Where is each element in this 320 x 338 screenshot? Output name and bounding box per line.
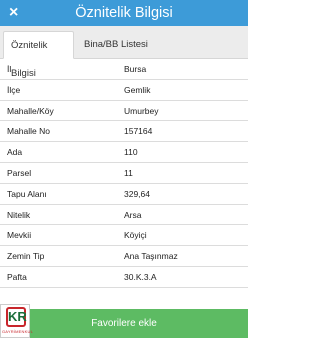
row-value: Umurbey — [124, 105, 159, 116]
table-row: İl Bursa — [0, 59, 248, 80]
top-bar: × Öznitelik Bilgisi — [0, 0, 248, 26]
row-key: Nitelik — [7, 209, 31, 220]
row-value: Gemlik — [124, 84, 151, 95]
row-value: 329,64 — [124, 188, 150, 199]
brand-logo: KR GAYRİMENKUL — [0, 304, 34, 338]
table-row: Ada 110 — [0, 142, 248, 163]
row-key: Tapu Alanı — [7, 188, 47, 199]
row-value: 30.K.3.A — [124, 271, 157, 282]
table-row: Nitelik Arsa — [0, 205, 248, 226]
row-key: Pafta — [7, 271, 27, 282]
table-row: Mevkii Köyiçi — [0, 225, 248, 247]
attribute-table: İl Bursa İlçe Gemlik Mahalle/Köy Umurbey Ma… — [0, 59, 248, 288]
row-key: İl — [7, 64, 12, 74]
table-row: Parsel 11 — [0, 163, 248, 184]
row-value: Köyiçi — [124, 230, 147, 241]
row-value: 11 — [124, 167, 133, 178]
table-row: Mahalle/Köy Umurbey — [0, 101, 248, 122]
row-key: İlçe — [7, 84, 21, 95]
page-title: Öznitelik Bilgisi — [75, 5, 173, 21]
row-key: Mahalle/Köy — [7, 105, 54, 116]
table-row: Pafta 30.K.3.A — [0, 267, 248, 288]
logo-mark: KR — [6, 307, 27, 327]
row-value: Bursa — [124, 64, 147, 74]
favorite-button[interactable]: Favorilere ekle — [0, 309, 248, 338]
row-key: Mahalle No — [7, 126, 50, 137]
tab-attribute-info[interactable]: Öznitelik Bilgisi — [3, 31, 74, 79]
row-key: Ada — [7, 147, 23, 158]
row-value: 157164 — [124, 126, 153, 137]
tab-building-list[interactable]: Bina/BB Listesi — [77, 31, 155, 59]
table-row: İlçe Gemlik — [0, 80, 248, 101]
table-row: Mahalle No 157164 — [0, 121, 248, 143]
row-key: Parsel — [7, 167, 32, 178]
row-value: Ana Taşınmaz — [124, 251, 178, 262]
row-value: 110 — [124, 147, 138, 158]
row-value: Arsa — [124, 209, 142, 220]
row-key: Zemin Tip — [7, 251, 45, 262]
logo-text: GAYRİMENKUL — [2, 329, 34, 334]
row-key: Mevkii — [7, 230, 32, 241]
favorite-label: Favorilere ekle — [91, 318, 157, 329]
tab-bar: Öznitelik Bilgisi Bina/BB Listesi — [0, 26, 248, 79]
table-row: Zemin Tip Ana Taşınmaz — [0, 246, 248, 267]
table-row: Tapu Alanı 329,64 — [0, 184, 248, 205]
